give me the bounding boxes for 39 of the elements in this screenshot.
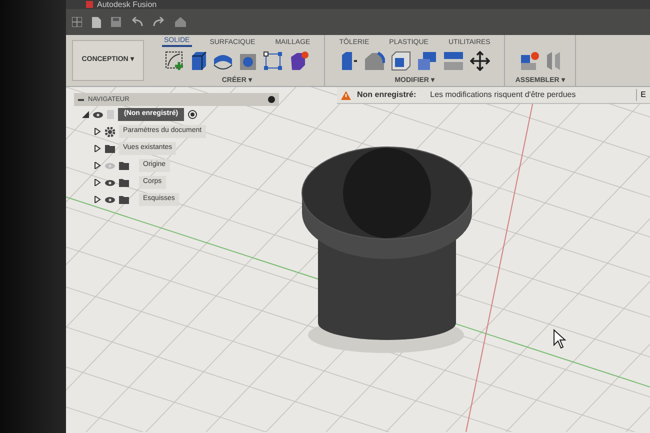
shell-icon[interactable]: [390, 51, 411, 71]
redo-icon[interactable]: [153, 17, 165, 27]
expand-arrow-icon[interactable]: [94, 162, 101, 169]
radio-icon[interactable]: [188, 110, 198, 119]
eye-icon[interactable]: [93, 112, 103, 118]
expand-arrow-icon[interactable]: [94, 145, 101, 152]
sketch-icon[interactable]: [165, 51, 184, 71]
collapse-icon[interactable]: [78, 98, 84, 102]
notification-title: Non enregistré:: [357, 89, 416, 101]
fillet-icon[interactable]: [364, 51, 385, 71]
collapse-arrow-icon[interactable]: [82, 111, 89, 118]
expand-arrow-icon[interactable]: [94, 196, 101, 203]
split-icon[interactable]: [442, 51, 464, 71]
expand-arrow-icon[interactable]: [94, 128, 101, 135]
grid-icon[interactable]: [72, 17, 82, 27]
notification-action[interactable]: E: [636, 89, 650, 101]
combine-icon[interactable]: [416, 51, 437, 71]
move-icon[interactable]: [470, 51, 490, 71]
eye-icon[interactable]: [105, 180, 115, 186]
app-logo-icon: [86, 1, 93, 8]
mesh-gem-icon[interactable]: [289, 51, 310, 71]
undo-icon[interactable]: [131, 17, 143, 27]
window-title: Autodesk Fusion: [97, 0, 157, 9]
cylinder-drawing[interactable]: [302, 146, 472, 340]
notification-message: Les modifications risquent d'être perdues: [430, 89, 576, 101]
press-pull-icon[interactable]: [340, 51, 358, 71]
component-icon[interactable]: [520, 51, 540, 71]
eye-icon[interactable]: [105, 196, 115, 202]
expand-arrow-icon[interactable]: [94, 179, 101, 186]
pin-icon[interactable]: [268, 96, 275, 103]
file-icon[interactable]: [92, 16, 101, 28]
document-icon: [107, 110, 114, 119]
warning-icon: [341, 90, 351, 100]
gear-icon: [105, 126, 115, 136]
shell-box-icon[interactable]: [239, 51, 258, 71]
cursor-icon: [554, 328, 566, 349]
extrude-icon[interactable]: [190, 51, 208, 71]
home-icon[interactable]: [175, 17, 186, 27]
mesh-nodes-icon[interactable]: [263, 51, 284, 71]
